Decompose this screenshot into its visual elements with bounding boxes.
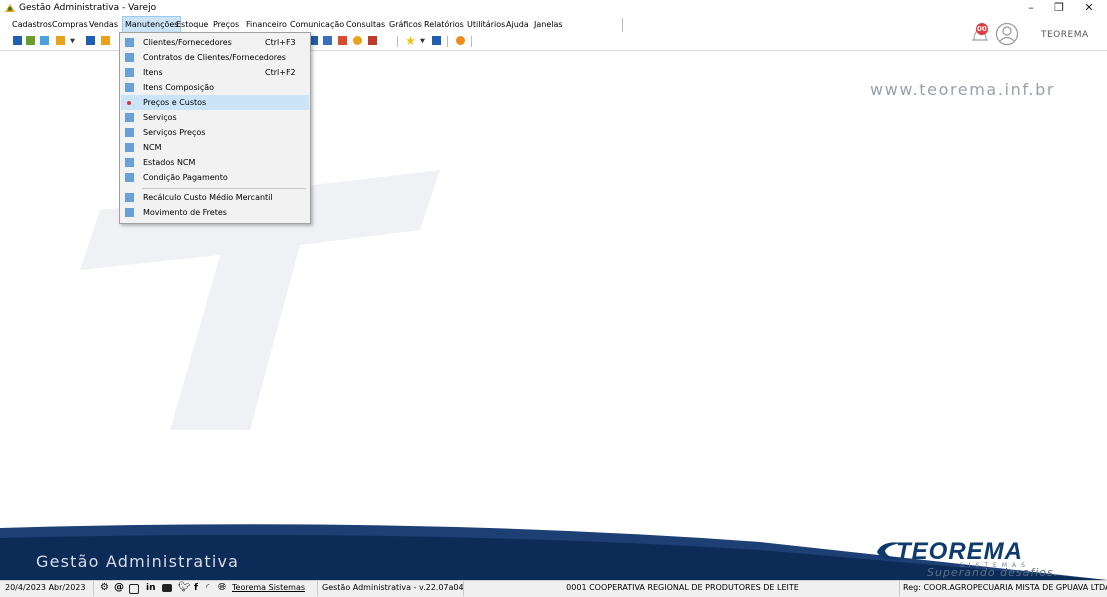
menu-item-movimento-fretes[interactable]: Movimento de Fretes [121,205,309,220]
form-icon [125,38,134,47]
menu-item-itens[interactable]: Itens Ctrl+F2 [121,65,309,80]
menu-cadastros[interactable]: Cadastros [10,17,54,33]
menu-compras[interactable]: Compras [50,17,90,33]
grid-icon[interactable] [323,36,332,45]
website-url: www.teorema.inf.br [870,80,1056,99]
box-icon[interactable] [101,36,110,45]
status-version: Gestão Administrativa - v.22.07a04.17a [320,581,464,596]
menu-consultas[interactable]: Consultas [344,17,387,33]
card-icon[interactable] [40,36,49,45]
menu-graficos[interactable]: Gráficos [387,17,424,33]
price-icon [127,101,131,105]
at-icon[interactable]: @ [114,581,124,595]
document-icon[interactable] [86,36,95,45]
menu-vendas[interactable]: Vendas [87,17,120,33]
menu-financeiro[interactable]: Financeiro [244,17,289,33]
form-icon [125,158,134,167]
form-icon [125,173,134,182]
close-button[interactable]: ✕ [1074,0,1104,17]
menu-bar: Cadastros Compras Vendas Manutenções Est… [0,16,620,34]
gear-icon[interactable]: ⚙ [100,581,109,595]
star-icon[interactable] [406,36,415,45]
menu-manutencoes[interactable]: Manutenções [121,16,182,34]
teorema-logo: TEOREMA SISTEMAS Superando desafios. [872,538,1082,580]
building-icon[interactable] [368,36,377,45]
menu-item-itens-composicao[interactable]: Itens Composição [121,80,309,95]
report-icon[interactable] [338,36,347,45]
menu-item-contratos[interactable]: Contratos de Clientes/Fornecedores [121,50,309,65]
menu-janelas[interactable]: Janelas [532,17,565,33]
menu-ajuda[interactable]: Ajuda [504,17,531,33]
status-registration: Reg: COOR.AGROPECUARIA MISTA DE GPUAVA L… [903,583,1107,592]
logo-slogan: Superando desafios. [927,566,1059,579]
user-icon[interactable] [995,22,1019,46]
status-links: ⚙ @ in 🐦︎ f ◜ 🌐︎ Teorema Sistemas [94,581,318,596]
youtube-icon[interactable] [162,584,172,592]
info-icon[interactable] [432,36,441,45]
menu-separator [142,188,306,189]
users-icon[interactable] [26,36,35,45]
chevron-down-icon[interactable] [420,38,425,44]
form-icon [125,128,134,137]
menubar-divider [622,18,623,32]
toolbar-separator [471,36,472,47]
form-icon [125,53,134,62]
chevron-down-icon[interactable] [70,38,75,44]
form-icon [125,113,134,122]
notification-badge: 00 [977,25,987,33]
globe-icon[interactable]: 🌐︎ [218,581,226,595]
menu-comunicacao[interactable]: Comunicação [288,17,346,33]
lifebuoy-icon[interactable] [353,36,362,45]
form-icon [125,208,134,217]
manutencoes-dropdown: Clientes/Fornecedores Ctrl+F3 Contratos … [119,32,311,224]
company-link[interactable]: Teorema Sistemas [232,581,305,595]
status-cooperative: 0001 COOPERATIVA REGIONAL DE PRODUTORES … [466,581,900,596]
menu-relatorios[interactable]: Relatórios [422,17,466,33]
status-bar: 20/4/2023 Abr/2023 ⚙ @ in 🐦︎ f ◜ 🌐︎ Teor… [0,580,1107,597]
toolbar-separator [447,36,448,47]
app-icon [5,4,15,12]
menu-item-recalculo-custo[interactable]: Recálculo Custo Médio Mercantil [121,190,309,205]
new-icon[interactable] [13,36,22,45]
menu-item-clientes-fornecedores[interactable]: Clientes/Fornecedores Ctrl+F3 [121,35,309,50]
brand-label: TEOREMA [1041,30,1089,40]
menu-item-servicos[interactable]: Serviços [121,110,309,125]
signal-icon[interactable]: ◜ [206,581,210,595]
toolbar-separator [397,36,398,47]
facebook-icon[interactable]: f [194,581,198,595]
twitter-icon[interactable]: 🐦︎ [178,581,191,595]
menu-item-ncm[interactable]: NCM [121,140,309,155]
menu-item-condicao-pagamento[interactable]: Condição Pagamento [121,170,309,185]
menu-item-estados-ncm[interactable]: Estados NCM [121,155,309,170]
chart-icon[interactable] [56,36,65,45]
linkedin-icon[interactable]: in [146,581,156,595]
menu-estoque[interactable]: Estoque [174,17,210,33]
maximize-button[interactable]: ❐ [1044,0,1074,17]
form-icon [125,83,134,92]
menu-precos[interactable]: Preços [211,17,241,33]
minimize-button[interactable]: – [1016,0,1046,17]
app-name-banner: Gestão Administrativa [36,552,240,571]
menu-utilitarios[interactable]: Utilitários [465,17,507,33]
smiley-icon[interactable] [456,36,465,45]
menu-item-precos-custos[interactable]: Preços e Custos [121,95,309,110]
title-bar: Gestão Administrativa - Varejo – ❐ ✕ [0,0,1107,17]
status-date: 20/4/2023 Abr/2023 [0,581,94,596]
form-icon [125,68,134,77]
instagram-icon[interactable] [129,584,139,594]
form-icon [125,143,134,152]
window-title: Gestão Administrativa - Varejo [19,3,157,13]
menu-item-servicos-precos[interactable]: Serviços Preços [121,125,309,140]
form-icon [125,193,134,202]
